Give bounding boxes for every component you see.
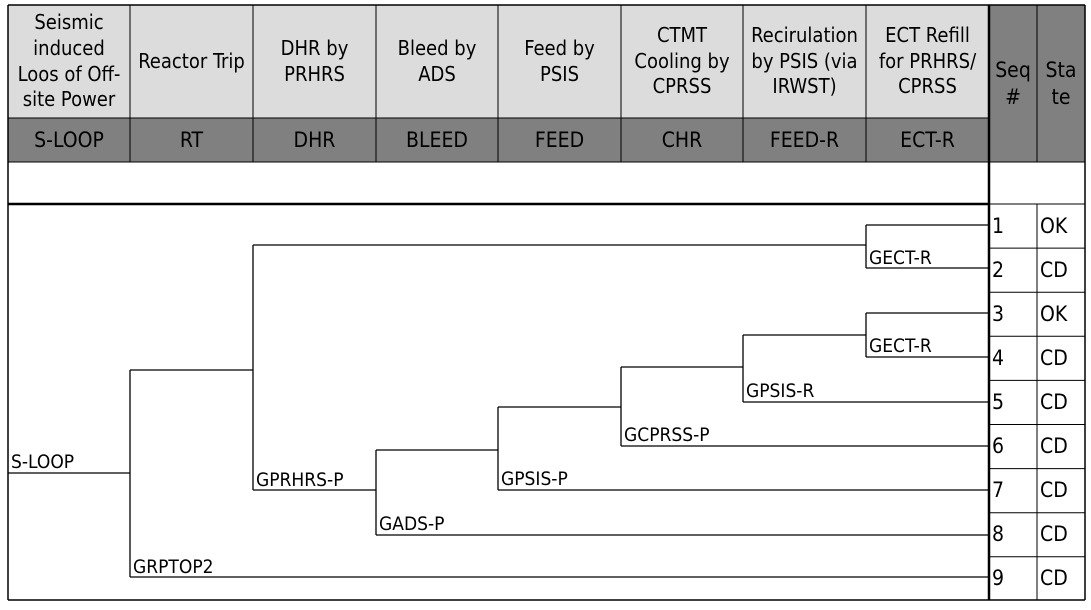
gate-label: GPSIS-P xyxy=(501,468,568,490)
gate-label: GCPRSS-P xyxy=(624,424,710,446)
gate-label: GRPTOP2 xyxy=(133,556,214,578)
gate-label: GECT-R xyxy=(869,247,932,269)
gate-label: GPRHRS-P xyxy=(256,469,344,491)
event-tree-lines xyxy=(7,4,1086,601)
initiator-label: S-LOOP xyxy=(11,451,75,473)
gate-label: GPSIS-R xyxy=(746,380,815,402)
gate-label: GADS-P xyxy=(379,513,445,535)
gate-label: GECT-R xyxy=(869,335,932,357)
